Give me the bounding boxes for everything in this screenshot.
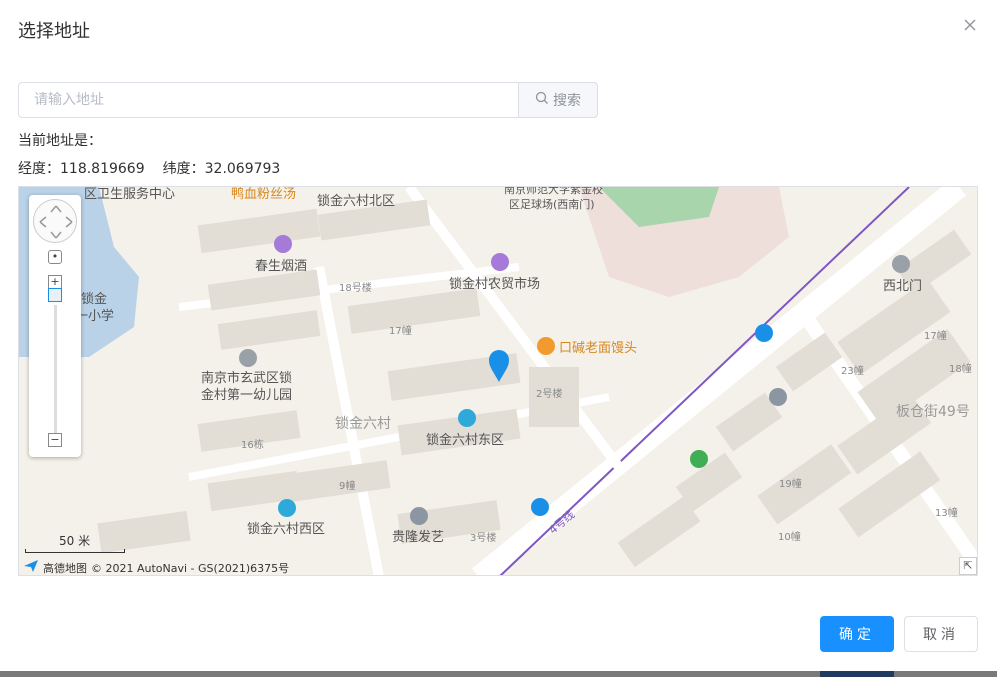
zoom-in-button[interactable]: + [48,275,62,289]
map-label: 金村第一幼儿园 [201,388,293,403]
gate-icon [892,255,910,273]
scale-bar [25,549,125,553]
cancel-button[interactable]: 取消 [904,616,978,652]
map-label: 23幢 [841,366,864,377]
copyright-text: © 2021 AutoNavi - GS(2021)6375号 [91,561,290,575]
pan-control[interactable] [33,199,77,243]
search-bar: 搜索 [18,82,598,118]
map-label: 2号楼 [536,389,563,400]
map-label: 17幢 [924,331,947,342]
map-label: 3号楼 [470,533,497,544]
map-label: 10幢 [778,532,801,543]
restroom-icon [769,388,787,406]
close-icon[interactable] [962,17,978,33]
amap-logo-text: 高德地图 [43,561,87,575]
map-attribution: 高德地图 © 2021 AutoNavi - GS(2021)6375号 [23,559,290,575]
search-button-label: 搜索 [553,93,581,109]
map-label: 18号楼 [339,283,372,294]
search-button[interactable]: 搜索 [518,82,598,118]
map-label: 锁金六村西区 [247,522,326,537]
map-label: 13幢 [935,508,958,519]
map-label: 区卫生服务中心 [84,187,176,202]
residential-icon [278,499,296,517]
telecom-icon [531,498,549,516]
map-label: 17幢 [389,326,412,337]
telecom-icon [690,450,708,468]
map-label: 16栋 [241,440,264,451]
map-view[interactable]: 区卫生服务中心 鸭血粉丝汤 锁金六村北区 南京师范大学紫金校 区足球场(西南门)… [18,186,978,576]
select-address-dialog: 选择地址 搜索 当前地址是： 经度：118.819669 纬度：32.06979… [0,0,997,677]
zoom-out-button[interactable]: − [48,433,62,447]
map-label: 口碱老面馒头 [559,341,638,356]
search-icon [535,91,549,109]
map-label: 区足球场(西南门) [509,198,595,211]
map-label: 锁金六村 [335,416,391,432]
zoom-slider-track[interactable] [54,305,57,447]
address-search-input[interactable] [18,82,518,118]
zoom-slider-handle[interactable] [48,288,62,302]
map-label: 西北门 [883,279,923,294]
map-label: 锁金六村东区 [426,433,505,448]
locate-icon[interactable]: • [48,250,62,264]
expand-corner-icon[interactable]: ⇱ [959,557,977,575]
map-label: 锁金村农贸市场 [449,277,541,292]
amap-logo-icon [23,559,39,575]
map-zoom-control: • + − [29,195,81,457]
map-label: 锁金六村北区 [317,194,396,209]
map-label: 鸭血粉丝汤 [231,187,297,202]
map-label: 春生烟酒 [255,259,308,274]
confirm-button[interactable]: 确定 [820,616,894,652]
longitude-text: 经度：118.819669 [18,161,145,177]
salon-icon [410,507,428,525]
map-label: 19幢 [779,479,802,490]
latitude-text: 纬度：32.069793 [162,161,281,177]
map-label: 9幢 [339,481,356,492]
restaurant-icon [537,337,555,355]
market-icon [491,253,509,271]
bottom-overlay-strip [0,671,997,677]
map-label: 贵隆发艺 [392,530,445,545]
residential-icon [458,409,476,427]
map-label: 18幢 [949,364,972,375]
coordinates-row: 经度：118.819669 纬度：32.069793 [18,158,280,178]
location-marker-icon[interactable] [488,349,510,383]
school-icon [239,349,257,367]
map-label: 板仓街49号 [896,404,970,420]
bus-stop-icon [755,324,773,342]
dialog-title: 选择地址 [18,21,90,42]
scale-label: 50 米 [59,534,91,548]
current-address-label: 当前地址是： [18,133,102,149]
shop-icon [274,235,292,253]
